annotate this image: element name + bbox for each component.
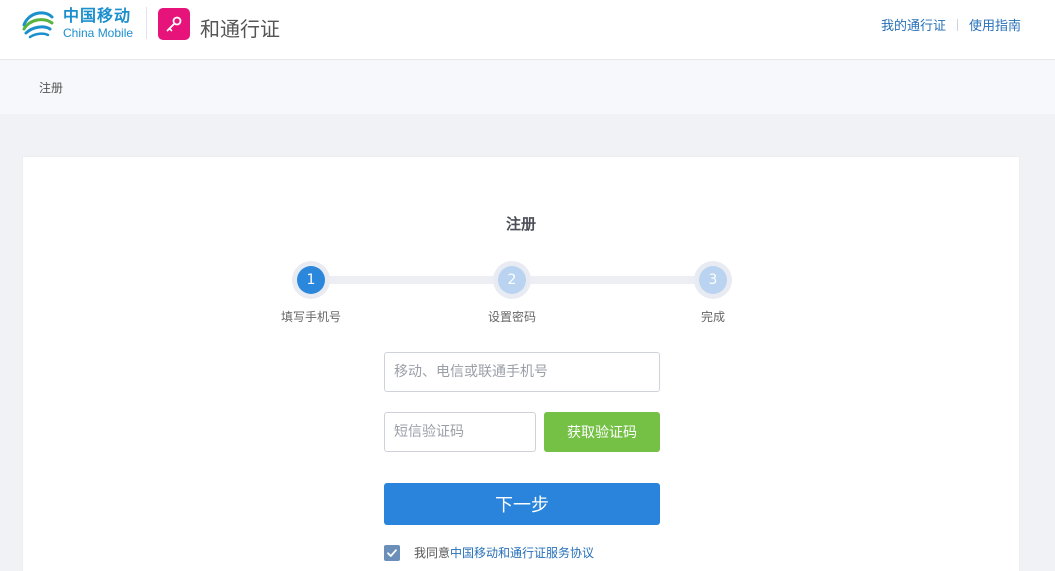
breadcrumb-bar: 注册 <box>0 60 1055 114</box>
agree-prefix: 我同意 <box>414 546 451 560</box>
sms-code-input[interactable] <box>384 412 536 452</box>
china-mobile-logo[interactable]: 中国移动 China Mobile <box>20 5 133 41</box>
app-title: 和通行证 <box>200 17 280 41</box>
step-3-number: 3 <box>699 266 727 294</box>
my-passport-link[interactable]: 我的通行证 <box>881 15 946 34</box>
breadcrumb: 注册 <box>39 81 64 95</box>
service-agreement-link[interactable]: 中国移动和通行证服务协议 <box>450 546 594 560</box>
register-card: 注册 1 填写手机号 2 设置密码 3 完成 获取验证码 下一步 我同意中国移动… <box>22 156 1020 571</box>
step-2-indicator: 2 <box>493 261 531 299</box>
agreement-row: 我同意中国移动和通行证服务协议 <box>384 544 594 561</box>
top-nav: 我的通行证 使用指南 <box>881 15 1021 34</box>
step-3-label: 完成 <box>700 310 726 324</box>
page-title: 注册 <box>505 215 536 233</box>
china-mobile-logo-icon <box>22 11 54 39</box>
step-1-number: 1 <box>297 266 325 294</box>
logo-english-text: China Mobile <box>63 25 134 40</box>
phone-input[interactable] <box>384 352 660 392</box>
key-icon <box>166 16 182 32</box>
agree-checkbox[interactable] <box>384 544 400 561</box>
step-3-indicator: 3 <box>694 261 732 299</box>
app-logo <box>158 8 190 40</box>
get-sms-code-button[interactable]: 获取验证码 <box>544 412 660 452</box>
step-1-indicator: 1 <box>292 261 330 299</box>
logo-chinese-text: 中国移动 <box>63 5 132 25</box>
checkmark-icon <box>387 548 397 557</box>
header-divider <box>146 7 147 39</box>
step-2-label: 设置密码 <box>487 310 537 324</box>
step-1-label: 填写手机号 <box>280 310 342 324</box>
top-header: 中国移动 China Mobile 和通行证 我的通行证 使用指南 <box>0 0 1055 60</box>
nav-separator <box>956 18 958 31</box>
user-guide-link[interactable]: 使用指南 <box>969 15 1021 34</box>
next-step-button[interactable]: 下一步 <box>384 483 660 525</box>
step-2-number: 2 <box>498 266 526 294</box>
